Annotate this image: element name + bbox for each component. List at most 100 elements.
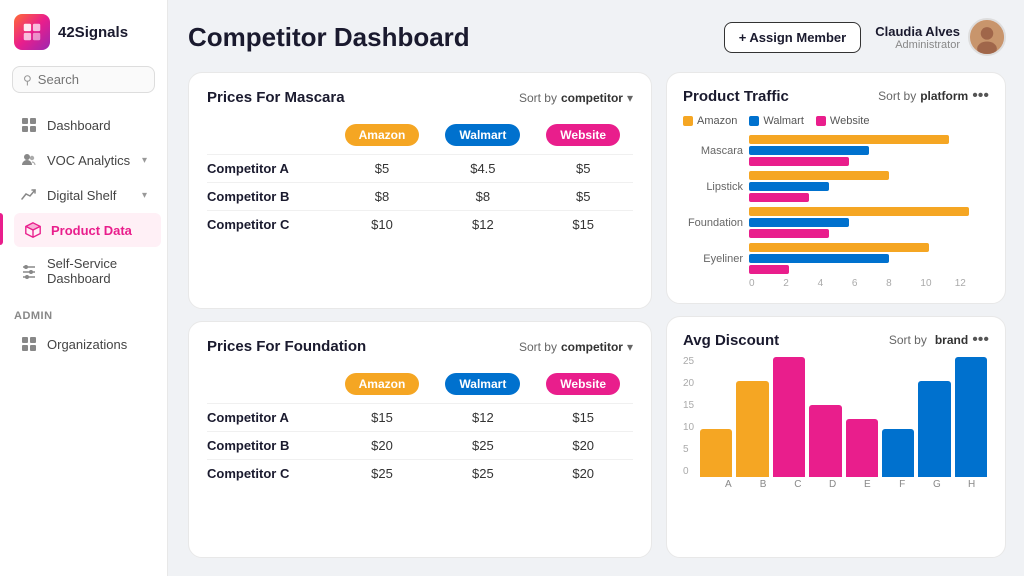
- left-column: Prices For Mascara Sort by competitor ▾ …: [188, 72, 652, 558]
- sidebar-item-product-data[interactable]: Product Data: [14, 213, 161, 247]
- discount-bar: [846, 419, 878, 477]
- foundation-row1-v3: $15: [533, 404, 633, 432]
- mascara-row3-v3: $15: [533, 211, 633, 239]
- avatar: [968, 18, 1006, 56]
- y-axis: 0510152025: [683, 357, 698, 477]
- x-tick: 6: [852, 278, 886, 289]
- user-name: Claudia Alves: [875, 24, 960, 39]
- discount-x-label: F: [885, 479, 920, 490]
- discount-bar: [955, 357, 987, 477]
- traffic-bar: [749, 254, 889, 263]
- traffic-sort[interactable]: Sort by platform •••: [878, 87, 989, 105]
- mascara-row1-label: Competitor A: [207, 155, 332, 183]
- traffic-bar: [749, 193, 809, 202]
- mascara-sort[interactable]: Sort by competitor ▾: [519, 91, 633, 105]
- traffic-bar: [749, 157, 849, 166]
- active-indicator: [0, 213, 3, 245]
- mascara-row1-v1: $5: [332, 155, 433, 183]
- sidebar-item-organizations[interactable]: Organizations: [6, 327, 161, 361]
- foundation-table: Amazon Walmart Website Competitor A $15 …: [207, 369, 633, 487]
- mascara-col2-header: Walmart: [432, 120, 533, 155]
- traffic-row: Foundation: [683, 207, 989, 238]
- grid-small-icon: [20, 335, 38, 353]
- sidebar-item-self-service[interactable]: Self-Service Dashboard: [6, 248, 161, 294]
- legend-walmart-dot: [749, 116, 759, 126]
- foundation-row1-label: Competitor A: [207, 404, 332, 432]
- discount-x-label: C: [781, 479, 816, 490]
- foundation-header-empty: [207, 369, 332, 404]
- mascara-row2-v1: $8: [332, 183, 433, 211]
- y-tick: 20: [683, 379, 694, 389]
- assign-member-button[interactable]: + Assign Member: [724, 22, 862, 53]
- legend-walmart-label: Walmart: [763, 115, 804, 127]
- traffic-legend: Amazon Walmart Website: [683, 115, 989, 127]
- nav: Dashboard VOC Analytics ▾ Digi: [0, 103, 167, 576]
- mascara-price-card: Prices For Mascara Sort by competitor ▾ …: [188, 72, 652, 309]
- x-tick: 0: [749, 278, 783, 289]
- user-details: Claudia Alves Administrator: [875, 24, 960, 51]
- foundation-row1-v1: $15: [332, 404, 433, 432]
- sidebar-item-self-service-label: Self-Service Dashboard: [47, 256, 147, 286]
- legend-website-dot: [816, 116, 826, 126]
- traffic-bar: [749, 207, 969, 216]
- traffic-row: Lipstick: [683, 171, 989, 202]
- box-icon: [24, 221, 42, 239]
- traffic-title: Product Traffic: [683, 88, 789, 105]
- mascara-row1-v3: $5: [533, 155, 633, 183]
- mascara-col3-header: Website: [533, 120, 633, 155]
- traffic-row-bars: [749, 243, 989, 274]
- top-right: + Assign Member Claudia Alves Administra…: [724, 18, 1006, 56]
- mascara-row2-v3: $5: [533, 183, 633, 211]
- sidebar-item-digital-shelf[interactable]: Digital Shelf ▾: [6, 178, 161, 212]
- content-grid: Prices For Mascara Sort by competitor ▾ …: [188, 72, 1006, 558]
- sidebar-item-dashboard[interactable]: Dashboard: [6, 108, 161, 142]
- legend-website: Website: [816, 115, 870, 127]
- discount-sort-label: Sort by: [889, 333, 927, 347]
- search-icon: ⚲: [23, 73, 32, 87]
- foundation-row3-v1: $25: [332, 460, 433, 488]
- traffic-header: Product Traffic Sort by platform •••: [683, 87, 989, 105]
- discount-bar: [700, 429, 732, 477]
- top-bar: Competitor Dashboard + Assign Member Cla…: [188, 18, 1006, 56]
- sidebar-item-organizations-label: Organizations: [47, 337, 127, 352]
- foundation-col2-header: Walmart: [432, 369, 533, 404]
- sidebar-item-voc-label: VOC Analytics: [47, 153, 130, 168]
- search-input[interactable]: [38, 72, 144, 87]
- foundation-card-title: Prices For Foundation: [207, 338, 366, 355]
- search-box[interactable]: ⚲: [12, 66, 155, 93]
- discount-card: Avg Discount Sort by brand ••• 051015202…: [666, 316, 1006, 558]
- foundation-row3-v3: $20: [533, 460, 633, 488]
- traffic-bar-chart: Mascara Lipstick Foundation Eyeliner 024…: [683, 135, 989, 289]
- logo-icon: [14, 14, 50, 50]
- sidebar-item-product-data-label: Product Data: [51, 223, 132, 238]
- discount-menu-dots[interactable]: •••: [972, 331, 989, 349]
- discount-x-labels: ABCDEFGH: [683, 477, 989, 490]
- mascara-col1-header: Amazon: [332, 120, 433, 155]
- discount-title: Avg Discount: [683, 332, 779, 349]
- traffic-bar: [749, 171, 889, 180]
- user-role: Administrator: [875, 39, 960, 51]
- x-tick: 12: [955, 278, 989, 289]
- app-name: 42Signals: [58, 24, 128, 41]
- discount-sort[interactable]: Sort by brand •••: [889, 331, 989, 349]
- foundation-sort[interactable]: Sort by competitor ▾: [519, 340, 633, 354]
- discount-x-label: B: [746, 479, 781, 490]
- sidebar-item-dashboard-label: Dashboard: [47, 118, 111, 133]
- mascara-row1-v2: $4.5: [432, 155, 533, 183]
- chevron-down-icon: ▾: [142, 155, 147, 166]
- sidebar-item-digital-shelf-label: Digital Shelf: [47, 188, 116, 203]
- sidebar-item-voc-analytics[interactable]: VOC Analytics ▾: [6, 143, 161, 177]
- table-row: Competitor A $5 $4.5 $5: [207, 155, 633, 183]
- mascara-row3-label: Competitor C: [207, 211, 332, 239]
- traffic-menu-dots[interactable]: •••: [972, 87, 989, 105]
- traffic-bar: [749, 182, 829, 191]
- traffic-bar: [749, 229, 829, 238]
- mascara-row2-v2: $8: [432, 183, 533, 211]
- traffic-bar: [749, 243, 929, 252]
- grid-icon: [20, 116, 38, 134]
- table-row: Competitor C $25 $25 $20: [207, 460, 633, 488]
- mascara-row3-v2: $12: [432, 211, 533, 239]
- sliders-icon: [20, 262, 38, 280]
- logo: 42Signals: [0, 0, 167, 60]
- mascara-card-header: Prices For Mascara Sort by competitor ▾: [207, 89, 633, 106]
